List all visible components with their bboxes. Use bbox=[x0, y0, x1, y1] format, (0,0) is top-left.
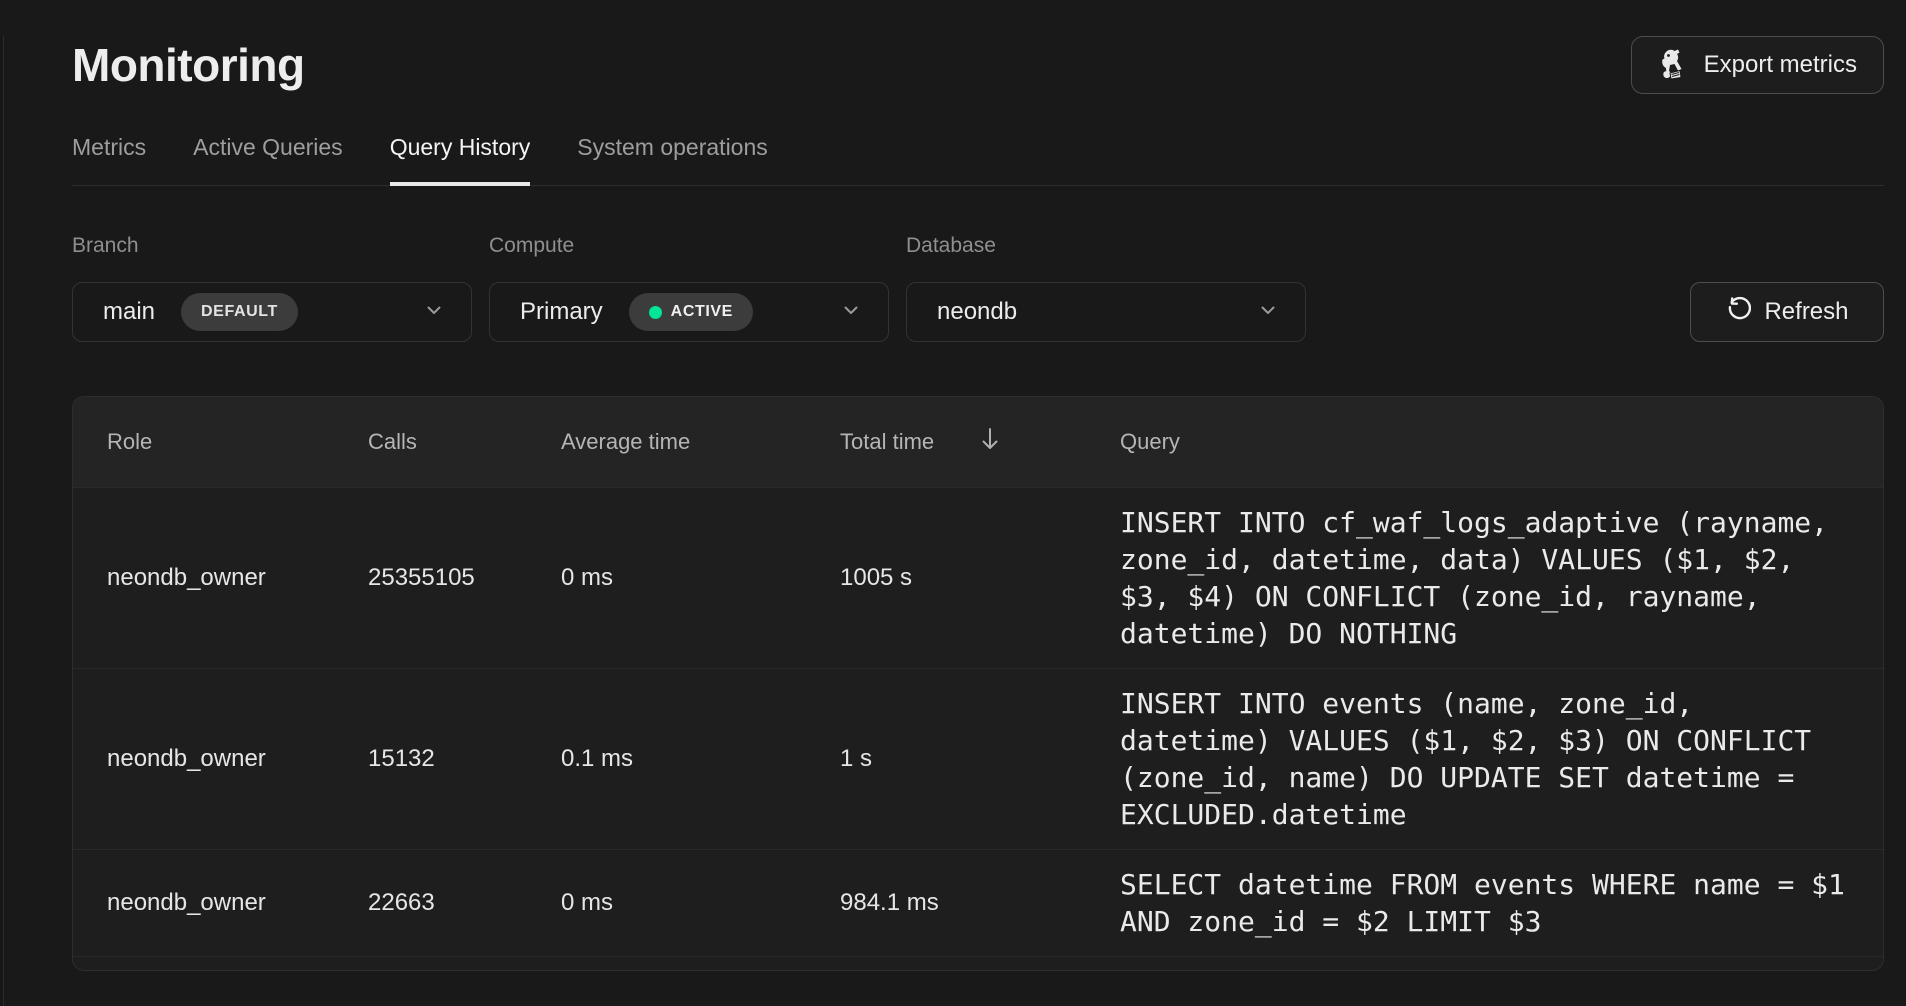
column-header-total-time[interactable]: Total time bbox=[840, 426, 1120, 458]
total-time-cell: 1005 s bbox=[840, 564, 1120, 592]
column-header-query[interactable]: Query bbox=[1120, 429, 1847, 455]
refresh-button[interactable]: Refresh bbox=[1690, 282, 1884, 342]
table-row-partial[interactable] bbox=[73, 956, 1883, 970]
total-time-label: Total time bbox=[840, 429, 934, 455]
column-header-role[interactable]: Role bbox=[107, 429, 368, 455]
tab-query-history[interactable]: Query History bbox=[390, 134, 531, 185]
database-select[interactable]: neondb bbox=[906, 282, 1306, 342]
refresh-icon bbox=[1725, 296, 1751, 329]
monitoring-tabs: Metrics Active Queries Query History Sys… bbox=[72, 134, 1884, 186]
column-header-average-time[interactable]: Average time bbox=[561, 429, 840, 455]
tab-system-operations[interactable]: System operations bbox=[577, 134, 767, 185]
active-badge-label: ACTIVE bbox=[671, 303, 733, 321]
export-metrics-label: Export metrics bbox=[1704, 51, 1857, 79]
tab-active-queries[interactable]: Active Queries bbox=[193, 134, 343, 185]
table-row[interactable]: neondb_owner 15132 0.1 ms 1 s INSERT INT… bbox=[73, 668, 1883, 849]
refresh-label: Refresh bbox=[1764, 298, 1848, 326]
average-time-cell: 0 ms bbox=[561, 564, 840, 592]
compute-value: Primary bbox=[520, 298, 603, 326]
calls-cell: 22663 bbox=[368, 889, 561, 917]
compute-select[interactable]: Primary ACTIVE bbox=[489, 282, 889, 342]
chevron-down-icon bbox=[423, 299, 445, 326]
average-time-cell: 0.1 ms bbox=[561, 745, 840, 773]
chevron-down-icon bbox=[1257, 299, 1279, 326]
branch-value: main bbox=[103, 298, 155, 326]
role-cell: neondb_owner bbox=[107, 564, 368, 592]
table-row[interactable]: neondb_owner 25355105 0 ms 1005 s INSERT… bbox=[73, 487, 1883, 668]
page-header: Monitoring Export metrics bbox=[72, 36, 1884, 94]
role-cell: neondb_owner bbox=[107, 745, 368, 773]
total-time-cell: 1 s bbox=[840, 745, 1120, 773]
arrow-down-icon bbox=[978, 426, 1002, 458]
query-cell: SELECT datetime FROM events WHERE name =… bbox=[1120, 850, 1847, 956]
branch-select[interactable]: main DEFAULT bbox=[72, 282, 472, 342]
query-history-table: Role Calls Average time Total time Query… bbox=[72, 396, 1884, 971]
column-header-calls[interactable]: Calls bbox=[368, 429, 561, 455]
datadog-icon bbox=[1658, 49, 1692, 81]
export-metrics-button[interactable]: Export metrics bbox=[1631, 36, 1884, 94]
monitoring-page: Monitoring Export metrics Metrics Active… bbox=[0, 36, 1906, 971]
panel-left-border bbox=[0, 36, 4, 1006]
query-cell: INSERT INTO cf_waf_logs_adaptive (raynam… bbox=[1120, 488, 1847, 668]
branch-label: Branch bbox=[72, 234, 472, 258]
total-time-cell: 984.1 ms bbox=[840, 889, 1120, 917]
active-badge: ACTIVE bbox=[629, 293, 753, 331]
average-time-cell: 0 ms bbox=[561, 889, 840, 917]
active-status-dot bbox=[649, 306, 662, 319]
chevron-down-icon bbox=[840, 299, 862, 326]
branch-filter: Branch main DEFAULT bbox=[72, 234, 472, 342]
default-badge: DEFAULT bbox=[181, 293, 298, 331]
filters-row: Branch main DEFAULT Compute Primary ACTI… bbox=[72, 234, 1884, 342]
table-header-row: Role Calls Average time Total time Query bbox=[73, 397, 1883, 487]
role-cell: neondb_owner bbox=[107, 889, 368, 917]
compute-label: Compute bbox=[489, 234, 889, 258]
calls-cell: 25355105 bbox=[368, 564, 561, 592]
tab-metrics[interactable]: Metrics bbox=[72, 134, 146, 185]
calls-cell: 15132 bbox=[368, 745, 561, 773]
table-row[interactable]: neondb_owner 22663 0 ms 984.1 ms SELECT … bbox=[73, 849, 1883, 956]
database-filter: Database neondb bbox=[906, 234, 1306, 342]
page-title: Monitoring bbox=[72, 38, 305, 92]
database-label: Database bbox=[906, 234, 1306, 258]
compute-filter: Compute Primary ACTIVE bbox=[489, 234, 889, 342]
database-value: neondb bbox=[937, 298, 1017, 326]
query-cell: INSERT INTO events (name, zone_id, datet… bbox=[1120, 669, 1847, 849]
